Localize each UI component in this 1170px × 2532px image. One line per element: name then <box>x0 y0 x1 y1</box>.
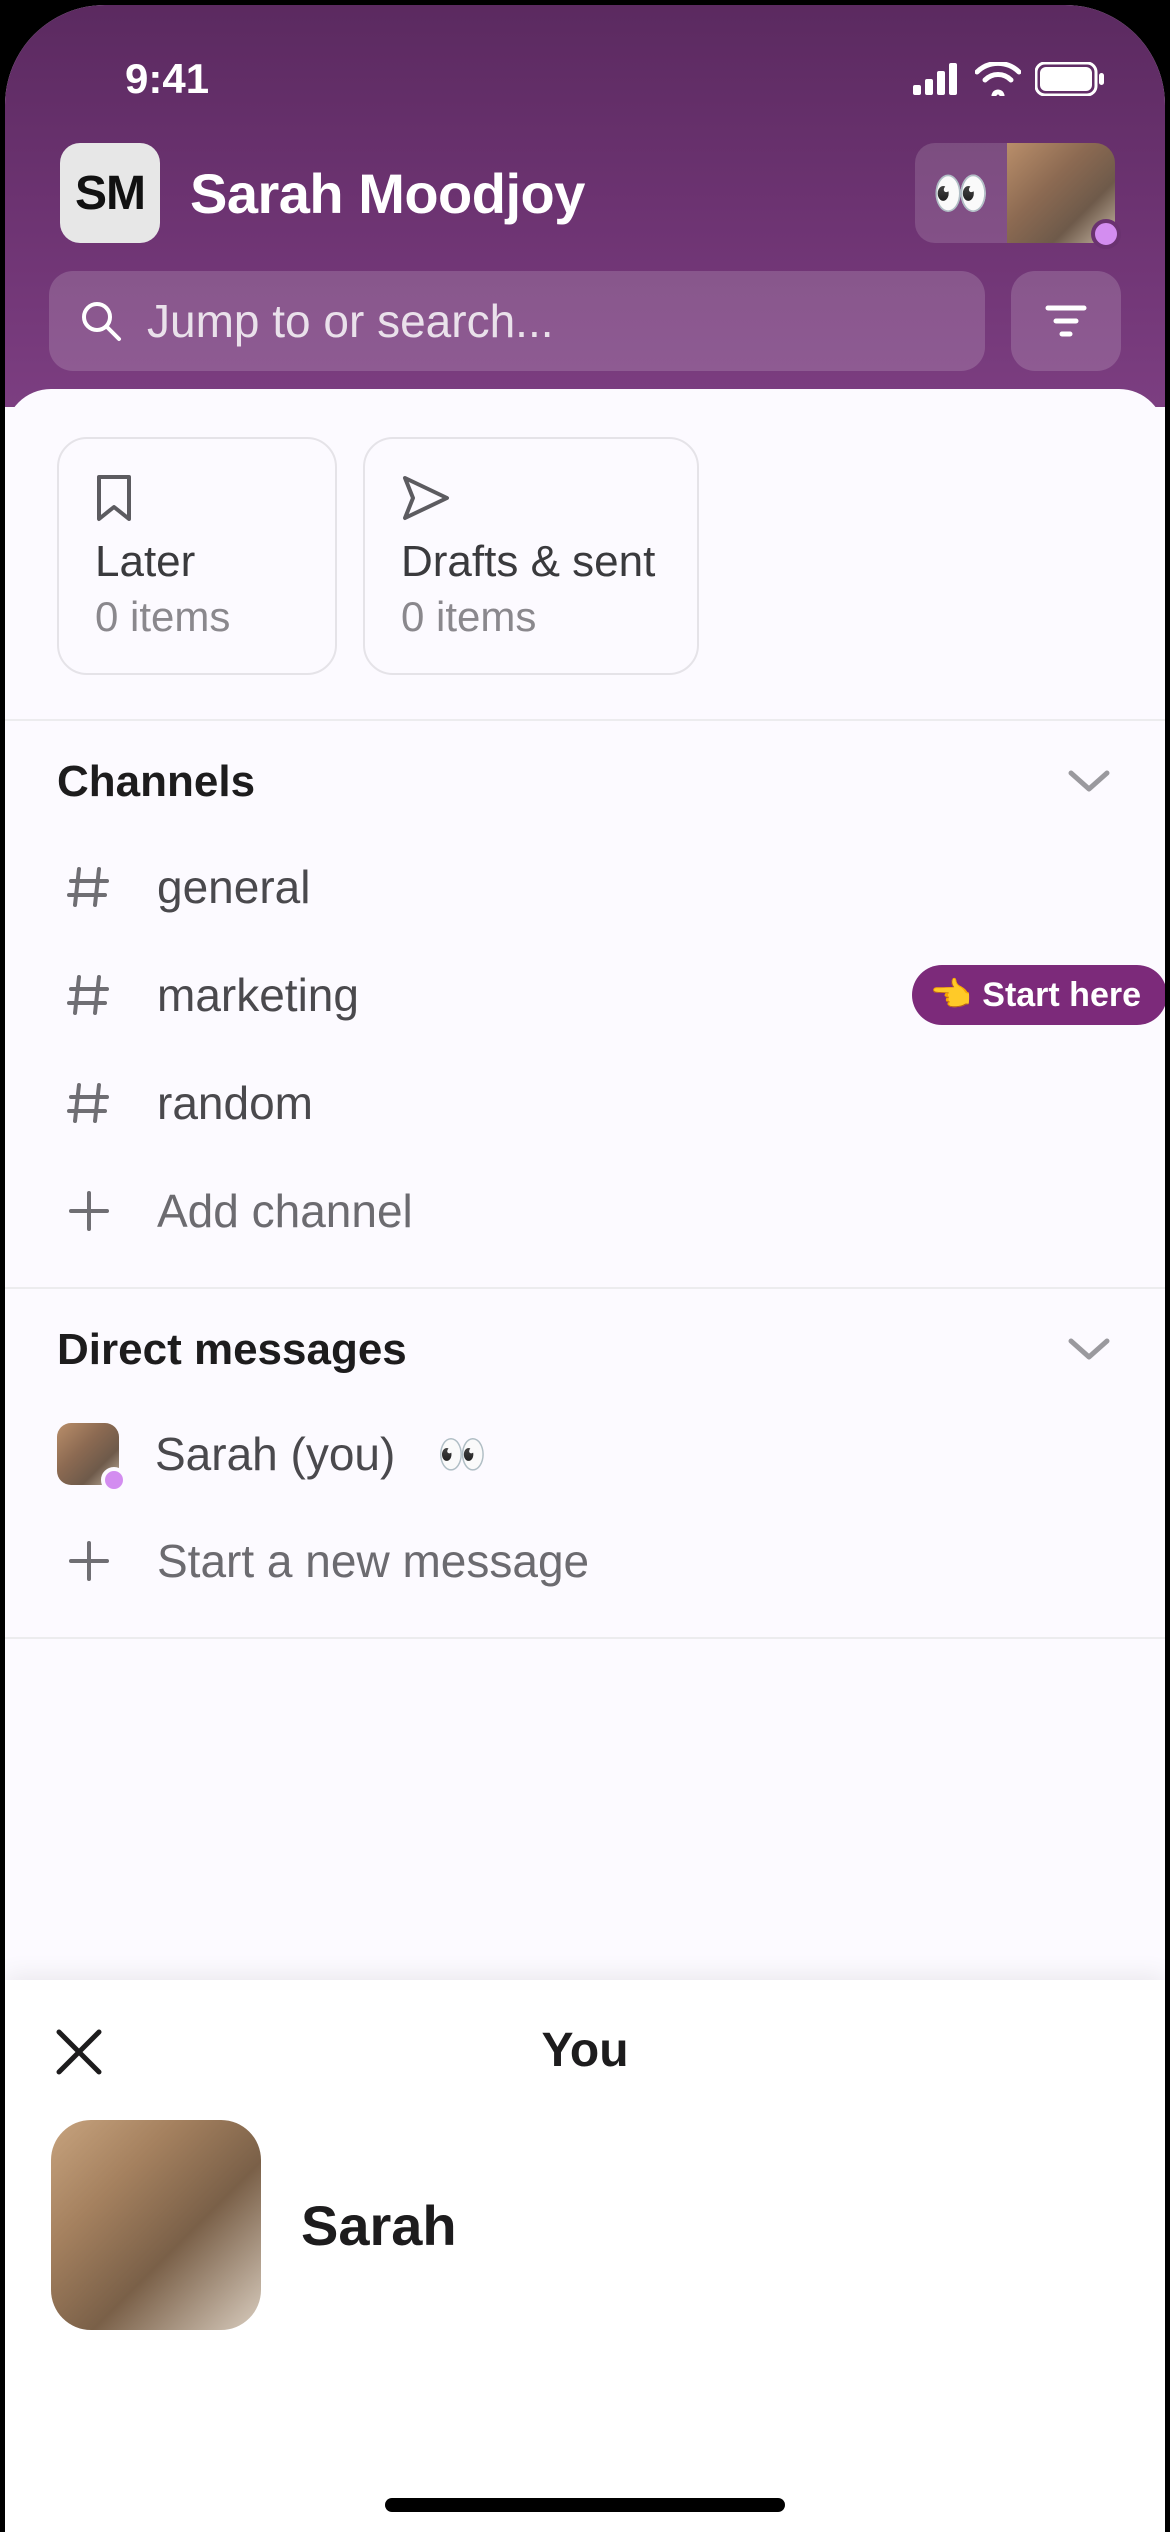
workspace-name[interactable]: Sarah Moodjoy <box>190 161 915 226</box>
sheet-header: You <box>5 1980 1165 2120</box>
wifi-icon <box>975 62 1021 96</box>
plus-icon <box>65 1537 113 1585</box>
home-indicator[interactable] <box>385 2498 785 2512</box>
dm-self[interactable]: Sarah (you) 👀 <box>57 1401 1113 1507</box>
add-channel-label: Add channel <box>157 1184 413 1238</box>
dm-self-label: Sarah (you) <box>155 1427 395 1481</box>
profile-sheet: You Sarah <box>5 1980 1165 2532</box>
channel-marketing[interactable]: marketing 👈 Start here <box>57 941 1113 1049</box>
later-card[interactable]: Later 0 items <box>57 437 337 675</box>
drafts-title: Drafts & sent <box>401 537 655 587</box>
dms-header[interactable]: Direct messages <box>57 1325 1113 1401</box>
sheet-avatar[interactable] <box>51 2120 261 2330</box>
cellular-icon <box>913 63 961 95</box>
start-here-label: Start here <box>982 976 1141 1015</box>
battery-icon <box>1035 62 1105 96</box>
chevron-down-icon <box>1065 1335 1113 1365</box>
app-header: 9:41 SM Sarah Moodjoy 👀 <box>5 5 1165 407</box>
channels-header[interactable]: Channels <box>57 757 1113 833</box>
chevron-down-icon <box>1065 767 1113 797</box>
drafts-card[interactable]: Drafts & sent 0 items <box>363 437 699 675</box>
later-title: Later <box>95 537 293 587</box>
quick-cards-row: Later 0 items Drafts & sent 0 items <box>5 389 1165 721</box>
send-icon <box>401 474 451 522</box>
start-new-message-button[interactable]: Start a new message <box>57 1507 1113 1637</box>
status-emoji-button[interactable]: 👀 <box>915 143 1007 243</box>
channel-label: general <box>157 860 310 914</box>
sheet-body: Sarah <box>5 2120 1165 2330</box>
hash-icon <box>65 863 113 911</box>
sheet-title: You <box>541 2023 628 2078</box>
drafts-subtitle: 0 items <box>401 593 655 641</box>
bookmark-icon <box>95 473 133 523</box>
eyes-icon: 👀 <box>437 1431 487 1478</box>
close-button[interactable] <box>51 2024 107 2085</box>
channels-section: Channels general marketing 👈 Start here <box>5 721 1165 1289</box>
status-time: 9:41 <box>125 55 209 103</box>
channel-random[interactable]: random <box>57 1049 1113 1157</box>
channel-label: random <box>157 1076 313 1130</box>
presence-indicator <box>1091 219 1121 249</box>
hash-icon <box>65 971 113 1019</box>
dms-section: Direct messages Sarah (you) 👀 Start a ne… <box>5 1289 1165 1639</box>
channel-general[interactable]: general <box>57 833 1113 941</box>
start-here-badge[interactable]: 👈 Start here <box>912 965 1165 1025</box>
filter-button[interactable] <box>1011 271 1121 371</box>
channels-title: Channels <box>57 757 255 807</box>
pointing-hand-icon: 👈 <box>930 975 972 1015</box>
add-channel-button[interactable]: Add channel <box>57 1157 1113 1287</box>
later-subtitle: 0 items <box>95 593 293 641</box>
profile-avatar[interactable] <box>1007 143 1115 243</box>
search-icon <box>79 299 123 343</box>
filter-icon <box>1044 302 1088 340</box>
search-placeholder: Jump to or search... <box>147 294 554 348</box>
close-icon <box>51 2024 107 2080</box>
dm-avatar <box>57 1423 119 1485</box>
plus-icon <box>65 1187 113 1235</box>
status-icons <box>913 62 1105 96</box>
status-bar: 9:41 <box>5 35 1165 133</box>
search-input[interactable]: Jump to or search... <box>49 271 985 371</box>
dms-title: Direct messages <box>57 1325 407 1375</box>
start-message-label: Start a new message <box>157 1534 589 1588</box>
hash-icon <box>65 1079 113 1127</box>
channel-label: marketing <box>157 968 359 1022</box>
workspace-badge[interactable]: SM <box>60 143 160 243</box>
presence-indicator <box>101 1467 127 1493</box>
sheet-user-name: Sarah <box>301 2193 457 2258</box>
